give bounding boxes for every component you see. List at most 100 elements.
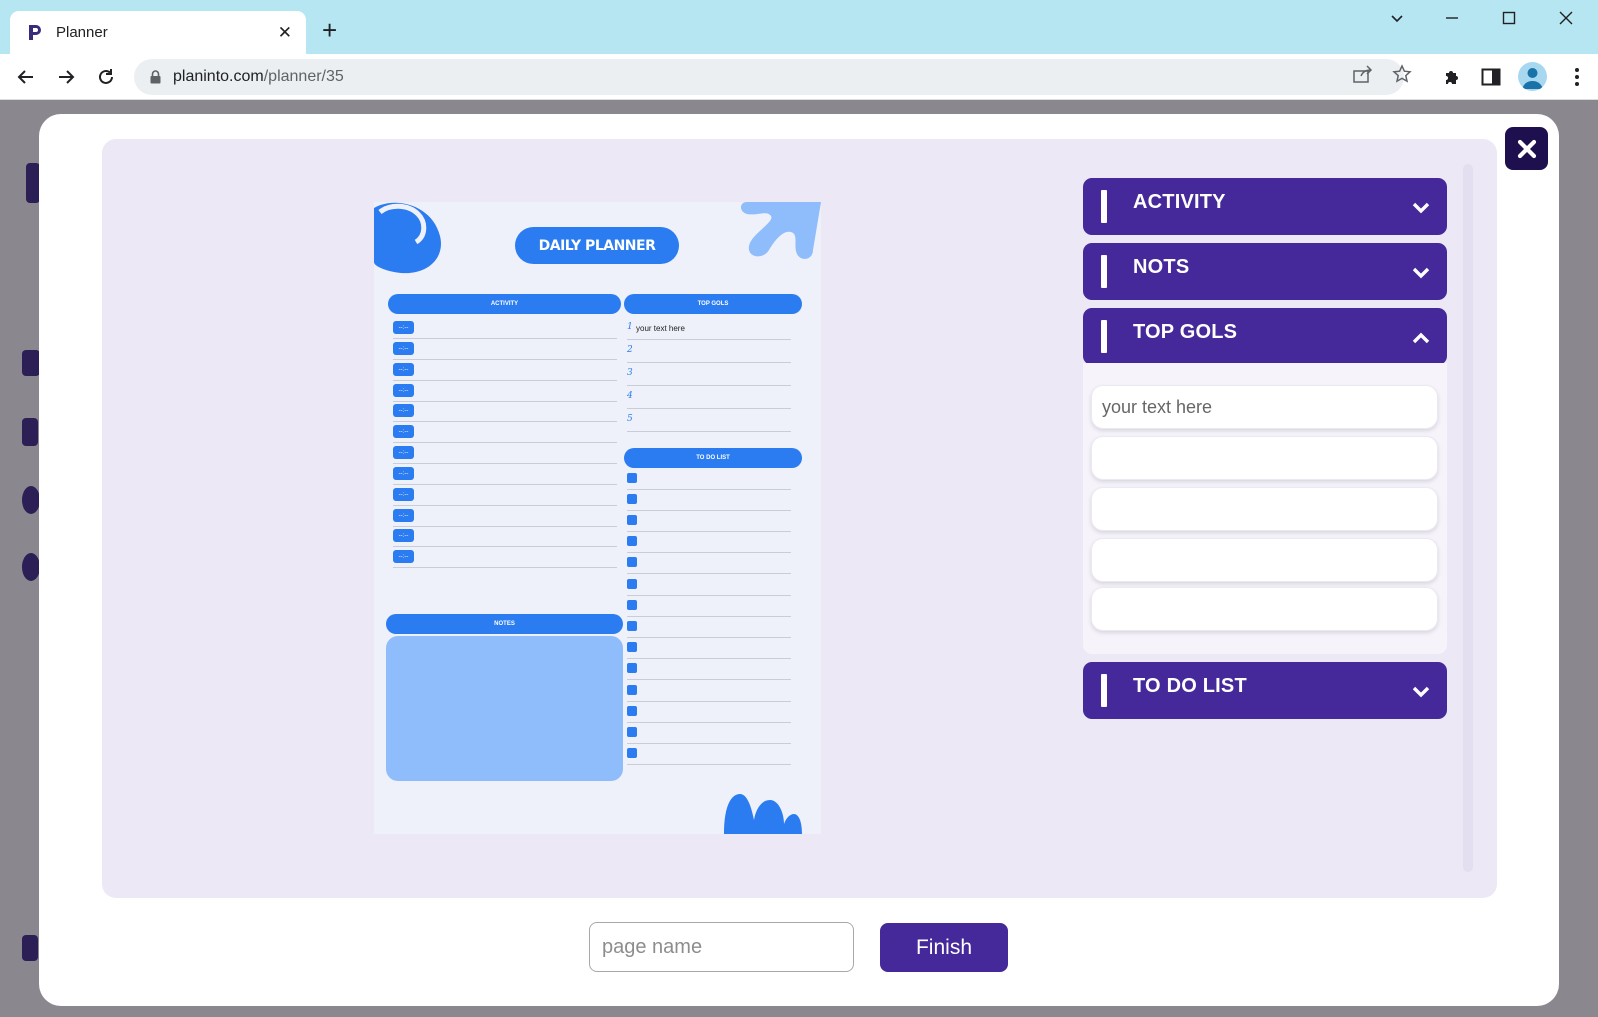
todo-row: [627, 490, 791, 511]
planner-top-goals-header: TOP GOLS: [624, 294, 802, 314]
forward-icon[interactable]: [52, 63, 80, 91]
new-tab-icon[interactable]: +: [322, 16, 337, 44]
time-chip: --:--: [393, 446, 414, 459]
todo-checkbox-icon: [627, 536, 637, 546]
activity-row: --:--: [393, 318, 617, 339]
url-text: planinto.com/planner/35: [173, 68, 344, 86]
todo-row: [627, 575, 791, 596]
url-domain: planinto.com: [173, 68, 264, 85]
todo-row: [627, 553, 791, 574]
accordion-to-do-list-header[interactable]: TO DO LIST: [1083, 662, 1447, 719]
minimize-icon[interactable]: [1444, 10, 1460, 31]
address-bar[interactable]: planinto.com/planner/35: [134, 59, 1404, 95]
todo-checkbox-icon: [627, 515, 637, 525]
accordion-top-gols-header[interactable]: TOP GOLS: [1083, 308, 1447, 365]
todo-row: [627, 681, 791, 702]
side-panel-icon[interactable]: [1479, 65, 1503, 89]
bookmark-star-icon[interactable]: [1391, 63, 1413, 85]
activity-row: --:--: [393, 485, 617, 506]
activity-row: --:--: [393, 422, 617, 443]
activity-row: --:--: [393, 360, 617, 381]
goal-number: 5: [627, 414, 633, 424]
modal-close-button[interactable]: [1505, 127, 1548, 170]
time-chip: --:--: [393, 509, 414, 522]
todo-checkbox-icon: [627, 621, 637, 631]
browser-menu-icon[interactable]: [1565, 65, 1589, 89]
todo-row: [627, 511, 791, 532]
goal-row: 4: [627, 386, 791, 409]
time-chip: --:--: [393, 404, 414, 417]
lock-icon[interactable]: [150, 70, 161, 84]
goal-row: 5: [627, 409, 791, 432]
close-icon: [1517, 139, 1536, 158]
planner-notes-area: [386, 636, 623, 781]
time-chip: --:--: [393, 321, 414, 334]
planner-preview: DAILY PLANNER ACTIVITY TOP GOLS TO DO LI…: [374, 202, 821, 834]
goal-input-1[interactable]: [1091, 385, 1438, 429]
todo-checkbox-icon: [627, 727, 637, 737]
todo-checkbox-icon: [627, 473, 637, 483]
time-chip: --:--: [393, 342, 414, 355]
background-logout-icon: [22, 935, 38, 961]
goal-number: 4: [627, 391, 633, 401]
todo-checkbox-icon: [627, 600, 637, 610]
accordion-nots-header[interactable]: NOTS: [1083, 243, 1447, 300]
goal-input-4[interactable]: [1091, 538, 1438, 582]
window-close-icon[interactable]: [1558, 10, 1574, 31]
time-chip: --:--: [393, 384, 414, 397]
goal-input-2[interactable]: [1091, 436, 1438, 480]
todo-row: [627, 638, 791, 659]
todo-checkbox-icon: [627, 494, 637, 504]
time-chip: --:--: [393, 550, 414, 563]
activity-row: --:--: [393, 339, 617, 360]
todo-row: [627, 596, 791, 617]
page-name-input[interactable]: [589, 922, 854, 972]
accordion-activity-header[interactable]: ACTIVITY: [1083, 178, 1447, 235]
profile-avatar-icon[interactable]: [1518, 62, 1547, 91]
share-icon[interactable]: [1352, 63, 1374, 85]
todo-checkbox-icon: [627, 557, 637, 567]
drips-decoration-icon: [724, 794, 802, 834]
time-chip: --:--: [393, 425, 414, 438]
chevron-down-icon: [1411, 198, 1431, 218]
time-chip: --:--: [393, 363, 414, 376]
goal-input-5[interactable]: [1091, 587, 1438, 631]
todo-checkbox-icon: [627, 748, 637, 758]
time-chip: --:--: [393, 488, 414, 501]
swirl-decoration-icon: [374, 202, 441, 274]
chevron-down-icon: [1411, 263, 1431, 283]
goal-number: 3: [627, 368, 633, 378]
background-home-icon: [22, 350, 40, 376]
accordion-label: NOTS: [1133, 256, 1190, 278]
goal-input-3[interactable]: [1091, 487, 1438, 531]
splash-decoration-icon: [741, 202, 821, 259]
chevron-up-icon: [1411, 328, 1431, 348]
todo-row: [627, 723, 791, 744]
chevron-down-icon: [1411, 682, 1431, 702]
back-icon[interactable]: [12, 63, 40, 91]
accordion-label: ACTIVITY: [1133, 191, 1226, 213]
todo-checkbox-icon: [627, 685, 637, 695]
maximize-icon[interactable]: [1501, 10, 1517, 31]
goal-number: 1: [627, 322, 633, 332]
time-chip: --:--: [393, 467, 414, 480]
extensions-icon[interactable]: [1440, 65, 1464, 89]
finish-button[interactable]: Finish: [880, 923, 1008, 972]
browser-tab[interactable]: Planner ✕: [10, 11, 306, 54]
planinto-favicon-icon: [26, 24, 44, 42]
todo-row: [627, 744, 791, 765]
planner-activity-header: ACTIVITY: [388, 294, 621, 314]
tab-search-icon[interactable]: [1389, 10, 1405, 31]
goal-row: 2: [627, 340, 791, 363]
url-path: /planner/35: [263, 68, 344, 85]
background-user-icon: [22, 486, 40, 514]
background-logo-icon: [26, 163, 40, 203]
goal-number: 2: [627, 345, 633, 355]
activity-row: --:--: [393, 506, 617, 527]
goal-row: 3: [627, 363, 791, 386]
tab-close-icon[interactable]: ✕: [278, 23, 292, 43]
accordion-label: TO DO LIST: [1133, 675, 1247, 697]
accordion-scrollbar[interactable]: [1463, 164, 1473, 872]
reload-icon[interactable]: [92, 63, 120, 91]
browser-toolbar: planinto.com/planner/35: [0, 54, 1598, 100]
